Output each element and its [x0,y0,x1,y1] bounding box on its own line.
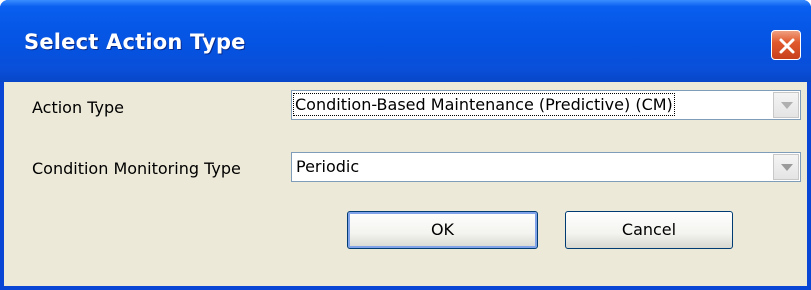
cancel-button[interactable]: Cancel [565,211,733,249]
chevron-down-icon [781,102,793,109]
close-icon [779,38,795,54]
action-type-select[interactable]: Condition-Based Maintenance (Predictive)… [291,90,801,120]
action-type-label: Action Type [32,98,124,117]
chevron-down-icon [781,164,793,171]
dialog-window: Select Action Type Action Type Condition… [0,0,811,290]
title-bar[interactable]: Select Action Type [0,0,811,82]
monitoring-type-dropdown-button[interactable] [773,154,799,180]
ok-button[interactable]: OK [347,211,538,249]
close-button[interactable] [771,30,801,60]
dialog-body: Action Type Condition-Based Maintenance … [4,82,807,286]
monitoring-type-label: Condition Monitoring Type [32,159,241,178]
action-type-dropdown-button[interactable] [773,92,799,118]
action-type-value: Condition-Based Maintenance (Predictive)… [293,93,675,116]
monitoring-type-value: Periodic [296,157,360,176]
monitoring-type-select[interactable]: Periodic [291,152,801,182]
dialog-title: Select Action Type [24,30,246,54]
